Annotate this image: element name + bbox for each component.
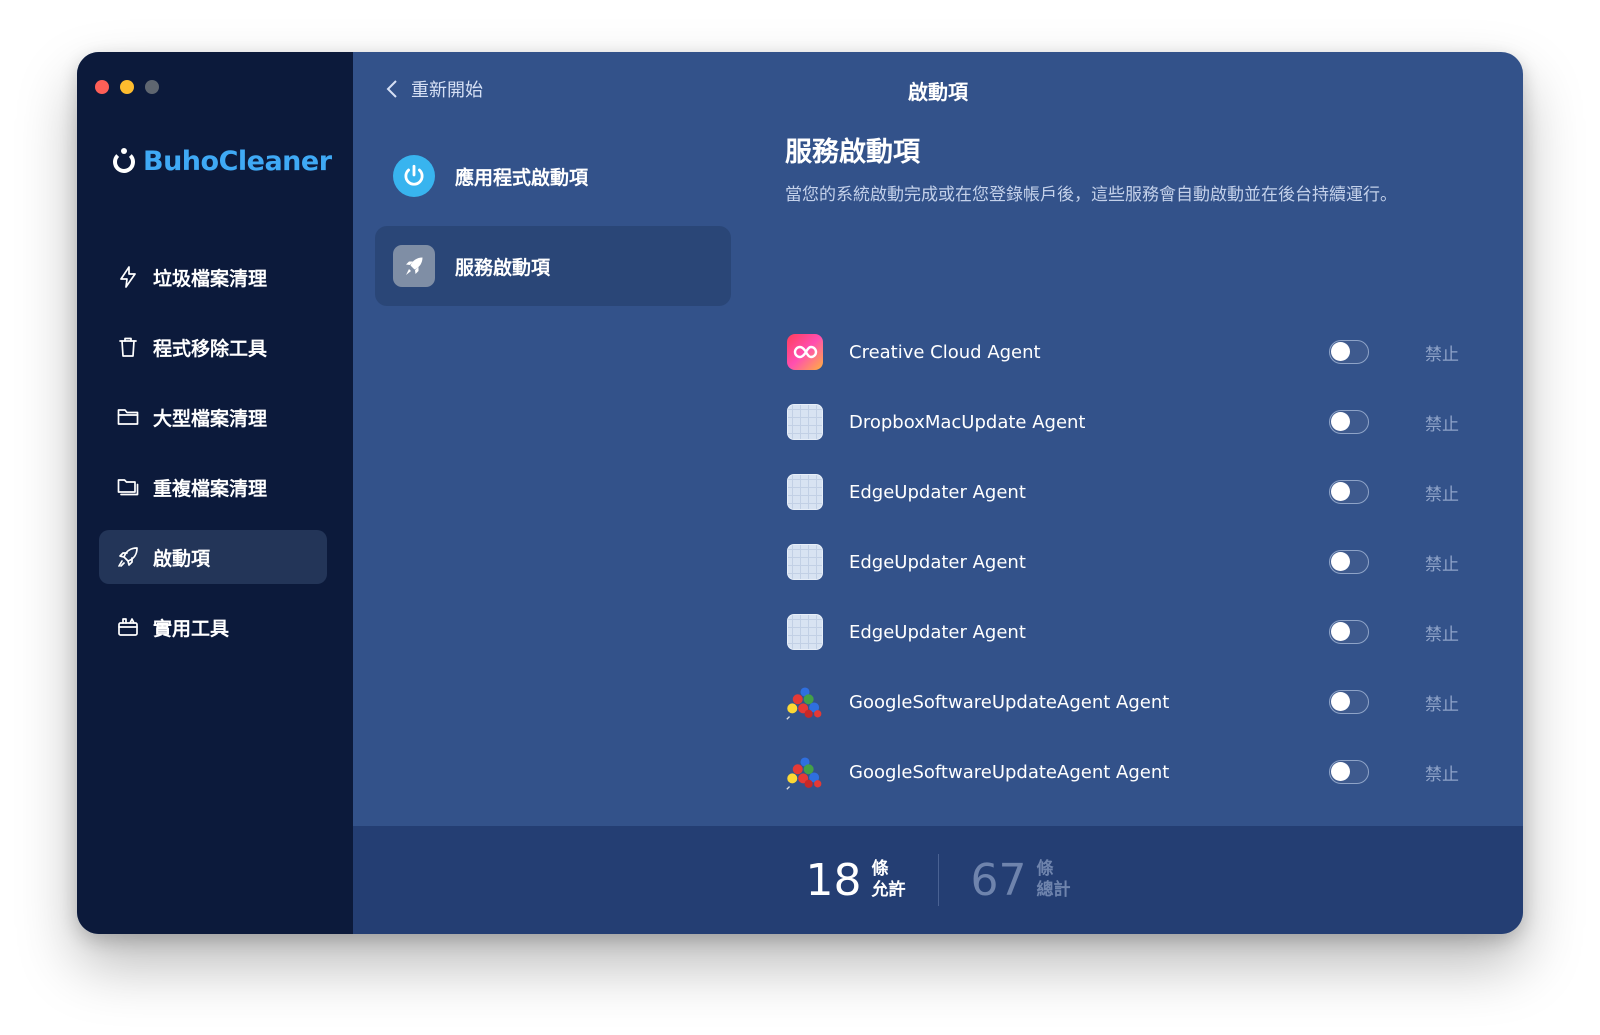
sidebar-nav: 垃圾檔案清理 程式移除工具 大型檔案清理 重複檔案清理 啟動項 實用工具 (99, 250, 327, 670)
category-label: 服務啟動項 (455, 256, 551, 279)
service-name: EdgeUpdater Agent (849, 551, 1026, 573)
brand-name: BuhoCleaner (143, 146, 332, 177)
status-label: 禁止 (1425, 344, 1459, 365)
sidebar-item-uninstaller[interactable]: 程式移除工具 (99, 320, 327, 374)
service-name: GoogleSoftwareUpdateAgent Agent (849, 761, 1170, 783)
list-item: Creative Cloud Agent 禁止 (785, 317, 1475, 387)
sidebar: BuhoCleaner 垃圾檔案清理 程式移除工具 大型檔案清理 重複檔案清理 … (77, 52, 353, 934)
list-item: EdgeUpdater Agent 禁止 (785, 597, 1475, 667)
list-item: EdgeUpdater Agent 禁止 (785, 527, 1475, 597)
google-update-icon (786, 757, 822, 790)
service-toggle[interactable] (1329, 620, 1369, 644)
status-label: 禁止 (1425, 554, 1459, 575)
trash-icon (115, 334, 141, 360)
status-label: 禁止 (1425, 764, 1459, 785)
zoom-window-button[interactable] (145, 80, 159, 94)
category-list: 應用程式啟動項 服務啟動項 (375, 136, 731, 316)
service-toggle[interactable] (1329, 760, 1369, 784)
allowed-label: 允許 (871, 880, 906, 900)
sidebar-item-label: 大型檔案清理 (153, 407, 268, 430)
sidebar-item-duplicates[interactable]: 重複檔案清理 (99, 460, 327, 514)
total-number: 67 (970, 854, 1027, 906)
rocket-icon (393, 245, 435, 287)
service-toggle[interactable] (1329, 550, 1369, 574)
status-label: 禁止 (1425, 624, 1459, 645)
status-label: 禁止 (1425, 414, 1459, 435)
service-name: Creative Cloud Agent (849, 341, 1041, 363)
footer-divider (937, 854, 939, 906)
service-list: Creative Cloud Agent 禁止 DropboxMacUpdate… (785, 317, 1475, 807)
status-label: 禁止 (1425, 694, 1459, 715)
main-panel: 重新開始 啟動項 應用程式啟動項 服務啟動項 服務啟動項 當您的系統啟動完成或在… (353, 52, 1523, 934)
app-window: BuhoCleaner 垃圾檔案清理 程式移除工具 大型檔案清理 重複檔案清理 … (77, 52, 1523, 934)
sidebar-item-junk-cleanup[interactable]: 垃圾檔案清理 (99, 250, 327, 304)
rocket-icon (115, 544, 141, 570)
service-toggle[interactable] (1329, 340, 1369, 364)
generic-app-icon (787, 404, 823, 440)
service-name: DropboxMacUpdate Agent (849, 411, 1086, 433)
allowed-number: 18 (805, 854, 862, 906)
list-item: GoogleSoftwareUpdateAgent Agent 禁止 (785, 667, 1475, 737)
minimize-window-button[interactable] (120, 80, 134, 94)
window-controls (95, 80, 159, 94)
summary-footer: 18 條 允許 67 條 總計 (353, 826, 1523, 934)
service-toggle[interactable] (1329, 480, 1369, 504)
total-label: 總計 (1036, 880, 1071, 900)
sidebar-item-label: 啟動項 (153, 547, 211, 570)
service-toggle[interactable] (1329, 410, 1369, 434)
generic-app-icon (787, 474, 823, 510)
service-name: GoogleSoftwareUpdateAgent Agent (849, 691, 1170, 713)
sidebar-item-label: 重複檔案清理 (153, 477, 268, 500)
service-name: EdgeUpdater Agent (849, 621, 1026, 643)
section-description: 當您的系統啟動完成或在您登錄帳戶後，這些服務會自動啟動並在後台持續運行。 (785, 185, 1397, 205)
sidebar-item-startup[interactable]: 啟動項 (99, 530, 327, 584)
duplicate-folder-icon (115, 474, 141, 500)
service-name: EdgeUpdater Agent (849, 481, 1026, 503)
service-toggle[interactable] (1329, 690, 1369, 714)
sidebar-item-label: 實用工具 (153, 617, 230, 640)
sidebar-item-label: 程式移除工具 (153, 337, 268, 360)
sidebar-item-toolkit[interactable]: 實用工具 (99, 600, 327, 654)
power-icon (393, 155, 435, 197)
category-service-startup[interactable]: 服務啟動項 (375, 226, 731, 306)
list-item: DropboxMacUpdate Agent 禁止 (785, 387, 1475, 457)
total-unit: 條 (1036, 859, 1054, 879)
list-item: GoogleSoftwareUpdateAgent Agent 禁止 (785, 737, 1475, 807)
generic-app-icon (787, 544, 823, 580)
allowed-unit: 條 (871, 859, 889, 879)
category-app-startup[interactable]: 應用程式啟動項 (375, 136, 731, 216)
brand: BuhoCleaner (113, 146, 332, 177)
lightning-icon (115, 264, 141, 290)
category-label: 應用程式啟動項 (455, 166, 589, 189)
google-update-icon (786, 687, 822, 720)
page-title: 啟動項 (908, 80, 968, 104)
buho-logo-icon (113, 147, 135, 173)
sidebar-item-label: 垃圾檔案清理 (153, 267, 268, 290)
generic-app-icon (787, 614, 823, 650)
creative-cloud-icon (787, 334, 823, 370)
toolbox-icon (115, 614, 141, 640)
close-window-button[interactable] (95, 80, 109, 94)
total-count: 67 條 總計 (971, 855, 1071, 906)
allowed-count: 18 條 允許 (806, 855, 906, 906)
status-label: 禁止 (1425, 484, 1459, 505)
section-title: 服務啟動項 (785, 137, 920, 168)
list-item: EdgeUpdater Agent 禁止 (785, 457, 1475, 527)
sidebar-item-large-files[interactable]: 大型檔案清理 (99, 390, 327, 444)
folder-icon (115, 404, 141, 430)
section-header: 服務啟動項 當您的系統啟動完成或在您登錄帳戶後，這些服務會自動啟動並在後台持續運… (785, 130, 1435, 208)
